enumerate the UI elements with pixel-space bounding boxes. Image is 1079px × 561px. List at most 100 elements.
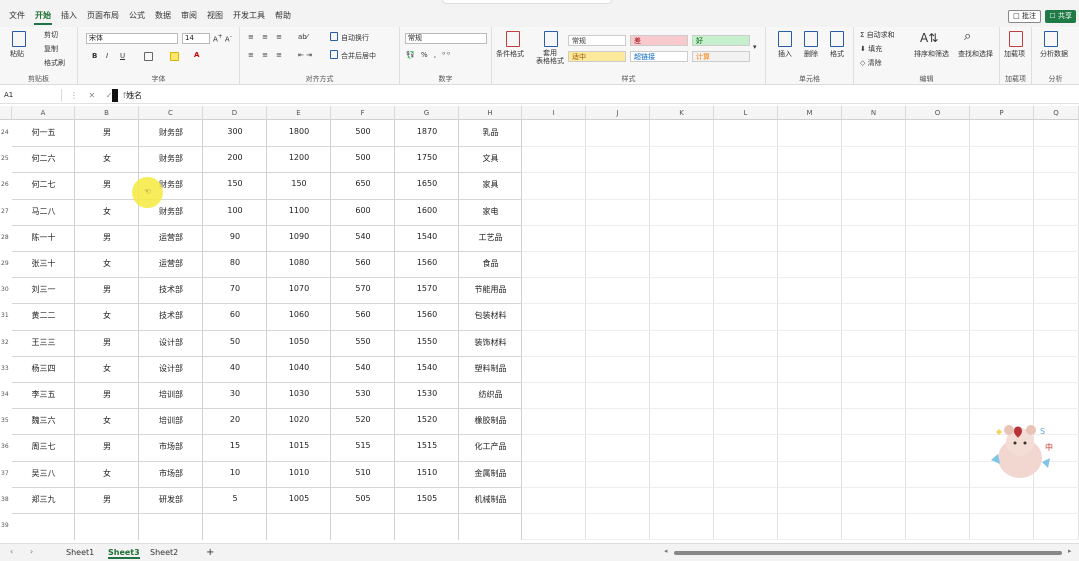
format-as-table-button[interactable]: 套用 表格格式 bbox=[536, 49, 564, 65]
formula-input[interactable]: 姓名 bbox=[126, 89, 142, 102]
table-cell[interactable]: 女 bbox=[75, 468, 139, 479]
select-all-corner[interactable] bbox=[0, 106, 12, 120]
number-format-icons[interactable]: 💱 % , ⁰⁰ bbox=[406, 51, 452, 59]
column-header[interactable]: E bbox=[267, 106, 331, 120]
column-header[interactable]: A bbox=[12, 106, 75, 120]
table-cell[interactable]: 培训部 bbox=[139, 389, 203, 400]
table-cell[interactable]: 男 bbox=[75, 389, 139, 400]
row-header[interactable]: 28 bbox=[0, 234, 12, 241]
table-cell[interactable]: 510 bbox=[331, 468, 395, 477]
menu-item[interactable]: 审阅 bbox=[176, 0, 202, 27]
table-cell[interactable]: 家电 bbox=[459, 206, 522, 217]
table-cell[interactable]: 男 bbox=[75, 494, 139, 505]
column-header[interactable]: L bbox=[714, 106, 778, 120]
italic-button[interactable]: I bbox=[106, 52, 108, 60]
menu-item[interactable]: 插入 bbox=[56, 0, 82, 27]
table-cell[interactable]: 何二六 bbox=[12, 153, 75, 164]
wrap-text-icon[interactable] bbox=[330, 32, 338, 41]
table-cell[interactable]: 女 bbox=[75, 415, 139, 426]
table-cell[interactable]: 财务部 bbox=[139, 127, 203, 138]
table-cell[interactable]: 1515 bbox=[395, 441, 459, 450]
table-cell[interactable]: 女 bbox=[75, 258, 139, 269]
delete-cells-button[interactable]: 删除 bbox=[804, 49, 818, 59]
table-cell[interactable]: 运营部 bbox=[139, 232, 203, 243]
menu-item[interactable]: 帮助 bbox=[270, 0, 296, 27]
border-icon[interactable] bbox=[144, 52, 153, 61]
table-cell[interactable]: 90 bbox=[203, 232, 267, 241]
table-cell[interactable]: 1080 bbox=[267, 258, 331, 267]
scroll-right-icon[interactable]: ▸ bbox=[1068, 547, 1072, 555]
table-cell[interactable]: 1750 bbox=[395, 153, 459, 162]
column-header[interactable]: H bbox=[459, 106, 522, 120]
table-cell[interactable]: 男 bbox=[75, 441, 139, 452]
title-search-box[interactable] bbox=[442, 0, 612, 4]
scrollbar-thumb[interactable] bbox=[674, 551, 1062, 555]
table-cell[interactable]: 1600 bbox=[395, 206, 459, 215]
row-header[interactable]: 27 bbox=[0, 208, 12, 215]
font-grow-icon[interactable]: A+ A- bbox=[213, 34, 232, 43]
menu-item[interactable]: 视图 bbox=[202, 0, 228, 27]
table-cell[interactable]: 魏三六 bbox=[12, 415, 75, 426]
menu-item[interactable]: 数据 bbox=[150, 0, 176, 27]
table-cell[interactable]: 5 bbox=[203, 494, 267, 503]
orientation-icon[interactable]: ab⁄ bbox=[298, 33, 308, 41]
table-cell[interactable]: 技术部 bbox=[139, 310, 203, 321]
bold-button[interactable]: B bbox=[92, 52, 97, 60]
conditional-format-button[interactable]: 条件格式 bbox=[496, 49, 524, 59]
table-cell[interactable]: 培训部 bbox=[139, 415, 203, 426]
table-cell[interactable]: 1560 bbox=[395, 310, 459, 319]
table-cell[interactable]: 560 bbox=[331, 310, 395, 319]
table-cell[interactable]: 1870 bbox=[395, 127, 459, 136]
sheet-tab[interactable]: Sheet1 bbox=[66, 546, 94, 559]
table-cell[interactable]: 张三十 bbox=[12, 258, 75, 269]
merge-icon[interactable] bbox=[330, 50, 338, 59]
row-header[interactable]: 29 bbox=[0, 260, 12, 267]
table-cell[interactable]: 10 bbox=[203, 468, 267, 477]
clear-button[interactable]: ◇ 清除 bbox=[860, 58, 882, 68]
table-cell[interactable]: 500 bbox=[331, 153, 395, 162]
table-cell[interactable]: 570 bbox=[331, 284, 395, 293]
table-cell[interactable]: 食品 bbox=[459, 258, 522, 269]
table-cell[interactable]: 1200 bbox=[267, 153, 331, 162]
row-header[interactable]: 35 bbox=[0, 417, 12, 424]
fill-button[interactable]: ⬇ 填充 bbox=[860, 44, 882, 54]
analyze-data-icon[interactable] bbox=[1044, 31, 1058, 47]
column-header[interactable]: K bbox=[650, 106, 714, 120]
menu-item[interactable]: 公式 bbox=[124, 0, 150, 27]
table-cell[interactable]: 财务部 bbox=[139, 153, 203, 164]
table-cell[interactable]: 150 bbox=[203, 179, 267, 188]
column-header[interactable]: Q bbox=[1034, 106, 1079, 120]
table-cell[interactable]: 郑三九 bbox=[12, 494, 75, 505]
table-cell[interactable]: 1005 bbox=[267, 494, 331, 503]
table-cell[interactable]: 505 bbox=[331, 494, 395, 503]
table-cell[interactable]: 1520 bbox=[395, 415, 459, 424]
table-cell[interactable]: 1040 bbox=[267, 363, 331, 372]
row-header[interactable]: 36 bbox=[0, 443, 12, 450]
table-cell[interactable]: 研发部 bbox=[139, 494, 203, 505]
row-header[interactable]: 34 bbox=[0, 391, 12, 398]
format-as-table-icon[interactable] bbox=[544, 31, 558, 47]
cell-style-option[interactable]: 适中 bbox=[568, 51, 626, 62]
table-cell[interactable]: 1020 bbox=[267, 415, 331, 424]
row-header[interactable]: 33 bbox=[0, 365, 12, 372]
table-cell[interactable]: 1010 bbox=[267, 468, 331, 477]
cut-button[interactable]: 剪切 bbox=[44, 30, 58, 40]
row-header[interactable]: 38 bbox=[0, 496, 12, 503]
table-cell[interactable]: 节能用品 bbox=[459, 284, 522, 295]
row-header[interactable]: 32 bbox=[0, 339, 12, 346]
horizontal-align-icons[interactable]: ≡ ≡ ≡ bbox=[248, 51, 285, 59]
horizontal-scrollbar[interactable]: ◂ ▸ bbox=[664, 547, 1072, 556]
table-cell[interactable]: 何二七 bbox=[12, 179, 75, 190]
font-size-select[interactable]: 14 bbox=[182, 33, 210, 44]
vertical-align-icons[interactable]: ≡ ≡ ≡ bbox=[248, 33, 285, 41]
delete-cells-icon[interactable] bbox=[804, 31, 818, 47]
table-cell[interactable]: 500 bbox=[331, 127, 395, 136]
row-header[interactable]: 24 bbox=[0, 129, 12, 136]
table-cell[interactable]: 1530 bbox=[395, 389, 459, 398]
table-cell[interactable]: 1650 bbox=[395, 179, 459, 188]
table-cell[interactable]: 运营部 bbox=[139, 258, 203, 269]
table-cell[interactable]: 周三七 bbox=[12, 441, 75, 452]
comments-button[interactable]: □ 批注 bbox=[1008, 10, 1041, 23]
sort-filter-button[interactable]: 排序和筛选 bbox=[914, 49, 949, 59]
sheet-tab[interactable]: Sheet3 bbox=[108, 546, 140, 559]
